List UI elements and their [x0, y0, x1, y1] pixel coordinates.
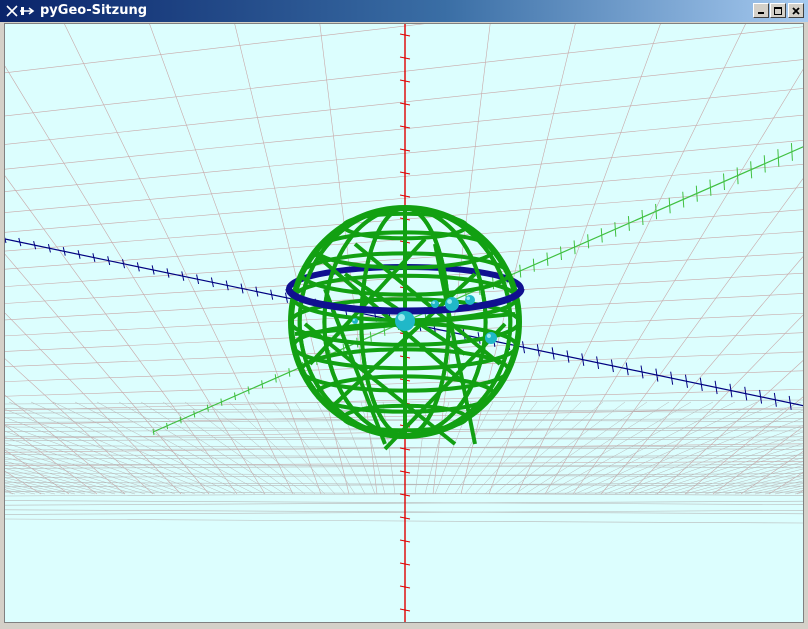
point-sphere [431, 300, 439, 308]
app-icon [4, 3, 36, 19]
point-highlight [432, 301, 435, 304]
close-button[interactable] [788, 3, 804, 18]
close-icon [792, 6, 800, 15]
window-title: pyGeo-Sitzung [40, 3, 148, 18]
point-sphere [395, 311, 415, 331]
app-window: pyGeo-Sitzung [0, 0, 808, 629]
point-highlight [486, 333, 491, 338]
point-sphere [485, 332, 497, 344]
point-highlight [352, 318, 356, 322]
point-sphere [465, 295, 475, 305]
maximize-button[interactable] [770, 3, 786, 18]
point-sphere [445, 297, 459, 311]
point-sphere [352, 318, 358, 324]
scene-canvas[interactable] [5, 24, 804, 623]
point-highlight [447, 299, 452, 304]
minimize-icon [758, 11, 764, 14]
3d-viewport[interactable] [4, 23, 804, 623]
title-bar[interactable]: pyGeo-Sitzung [0, 0, 808, 22]
minimize-button[interactable] [753, 3, 769, 18]
point-highlight [398, 314, 405, 321]
point-highlight [466, 296, 470, 300]
maximize-icon [774, 6, 782, 15]
